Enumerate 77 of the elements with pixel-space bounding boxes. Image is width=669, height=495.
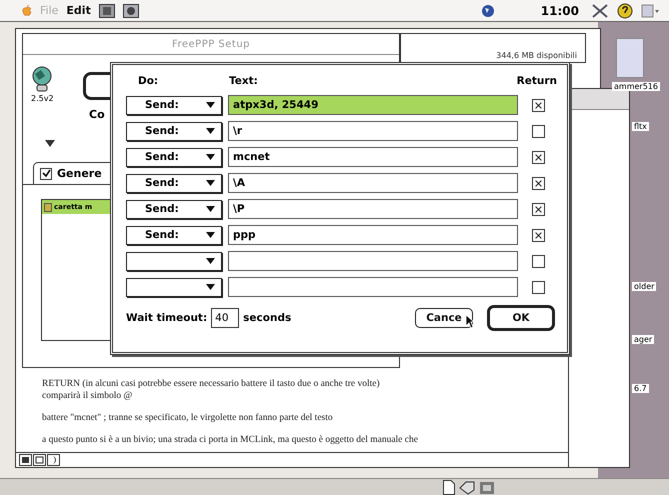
action-dropdown[interactable] xyxy=(126,278,222,296)
return-checkbox[interactable] xyxy=(532,98,545,112)
caret-icon xyxy=(206,206,215,212)
desktop-icon-label[interactable]: older xyxy=(632,282,656,291)
cross-icon xyxy=(534,204,543,214)
window-title: FreePPP Setup xyxy=(172,38,250,50)
checkbox[interactable] xyxy=(40,168,52,180)
cross-icon xyxy=(534,230,543,240)
column-header: Return xyxy=(516,75,557,87)
action-dropdown[interactable]: Send: xyxy=(126,96,222,114)
return-checkbox[interactable] xyxy=(532,176,545,190)
cross-icon xyxy=(534,178,543,188)
action-dropdown[interactable]: Send: xyxy=(126,148,222,166)
desktop-icon-label[interactable]: ammer516 xyxy=(612,82,660,91)
app-switcher-icon[interactable] xyxy=(641,4,661,18)
globe-icon[interactable] xyxy=(480,4,495,18)
outline-view-icon[interactable] xyxy=(33,454,46,466)
ok-button[interactable]: OK xyxy=(487,305,555,331)
apple-icon[interactable] xyxy=(22,4,32,16)
document-text: RETURN (in alcuni casi potrebbe essere necessario battere il tasto due o anche tre volte) xyxy=(42,378,381,390)
return-checkbox[interactable] xyxy=(532,280,545,294)
column-header: Text: xyxy=(229,75,259,87)
return-checkbox[interactable] xyxy=(532,150,545,164)
caret-icon xyxy=(206,128,215,134)
timeout-unit: seconds xyxy=(243,312,292,324)
return-checkbox[interactable] xyxy=(532,254,545,268)
text-field[interactable]: \A xyxy=(228,173,518,193)
caret-icon xyxy=(206,180,215,186)
caret-icon xyxy=(206,102,215,108)
version-text: 2.5v2 xyxy=(31,94,54,103)
desktop-icon-label[interactable]: ager xyxy=(632,335,654,344)
text-field[interactable]: \P xyxy=(228,199,518,219)
page-view-icon[interactable] xyxy=(19,454,32,466)
action-dropdown[interactable]: Send: xyxy=(126,200,222,218)
caret-icon xyxy=(206,232,215,238)
desktop-icon-label[interactable]: 6.7 xyxy=(632,384,649,393)
moon-icon[interactable] xyxy=(47,454,60,466)
app-icon[interactable] xyxy=(122,4,139,18)
cancel-button[interactable]: Cance xyxy=(415,308,473,328)
text-field[interactable] xyxy=(228,277,518,297)
globe-icon xyxy=(31,66,53,92)
text-field[interactable]: ppp xyxy=(228,225,518,245)
action-dropdown[interactable]: Send: xyxy=(126,122,222,140)
help-icon[interactable] xyxy=(617,2,633,18)
column-header: Do: xyxy=(137,75,160,87)
action-dropdown[interactable] xyxy=(126,252,222,270)
return-checkbox[interactable] xyxy=(532,202,545,216)
cross-icon xyxy=(534,100,543,110)
text-field[interactable]: mcnet xyxy=(228,147,518,167)
timeout-label: Wait timeout: xyxy=(126,312,208,324)
desktop-icon-label[interactable]: fltx xyxy=(632,122,649,131)
text-field[interactable]: \r xyxy=(228,121,518,141)
document-text: comparirà il simbolo @ xyxy=(42,390,134,402)
return-checkbox[interactable] xyxy=(532,228,545,242)
cross-icon xyxy=(534,152,543,162)
disclosure-triangle-icon[interactable] xyxy=(45,140,55,147)
document-text: battere "mcnet" ; tranne se specificato, le virgolette non fanno parte del testo xyxy=(42,412,334,424)
timeout-field[interactable]: 40 xyxy=(211,308,240,328)
text-field[interactable] xyxy=(228,251,518,271)
return-checkbox[interactable] xyxy=(532,124,545,138)
document-text: a questo punto si è a un bivio; una strada ci porta in MCLink, ma questo è oggetto del manuale che xyxy=(42,434,419,446)
text-field[interactable]: atpx3d, 25449 xyxy=(228,95,518,115)
free-space-text: 344,6 MB disponibili xyxy=(496,51,577,60)
caret-icon xyxy=(206,284,215,290)
document-icon[interactable] xyxy=(443,480,455,495)
section-label: Co xyxy=(89,108,105,121)
caret-icon xyxy=(206,258,215,264)
cursor-icon xyxy=(465,314,475,328)
check-icon xyxy=(42,169,50,178)
tag-icon[interactable] xyxy=(459,480,475,494)
menu-clock[interactable]: 11:00 xyxy=(540,4,579,18)
caret-icon xyxy=(206,154,215,160)
app-icon[interactable] xyxy=(98,4,115,18)
menu-item[interactable]: Edit xyxy=(66,4,91,17)
file-icon xyxy=(44,202,52,212)
action-dropdown[interactable]: Send: xyxy=(126,226,222,244)
action-dropdown[interactable]: Send: xyxy=(126,174,222,192)
